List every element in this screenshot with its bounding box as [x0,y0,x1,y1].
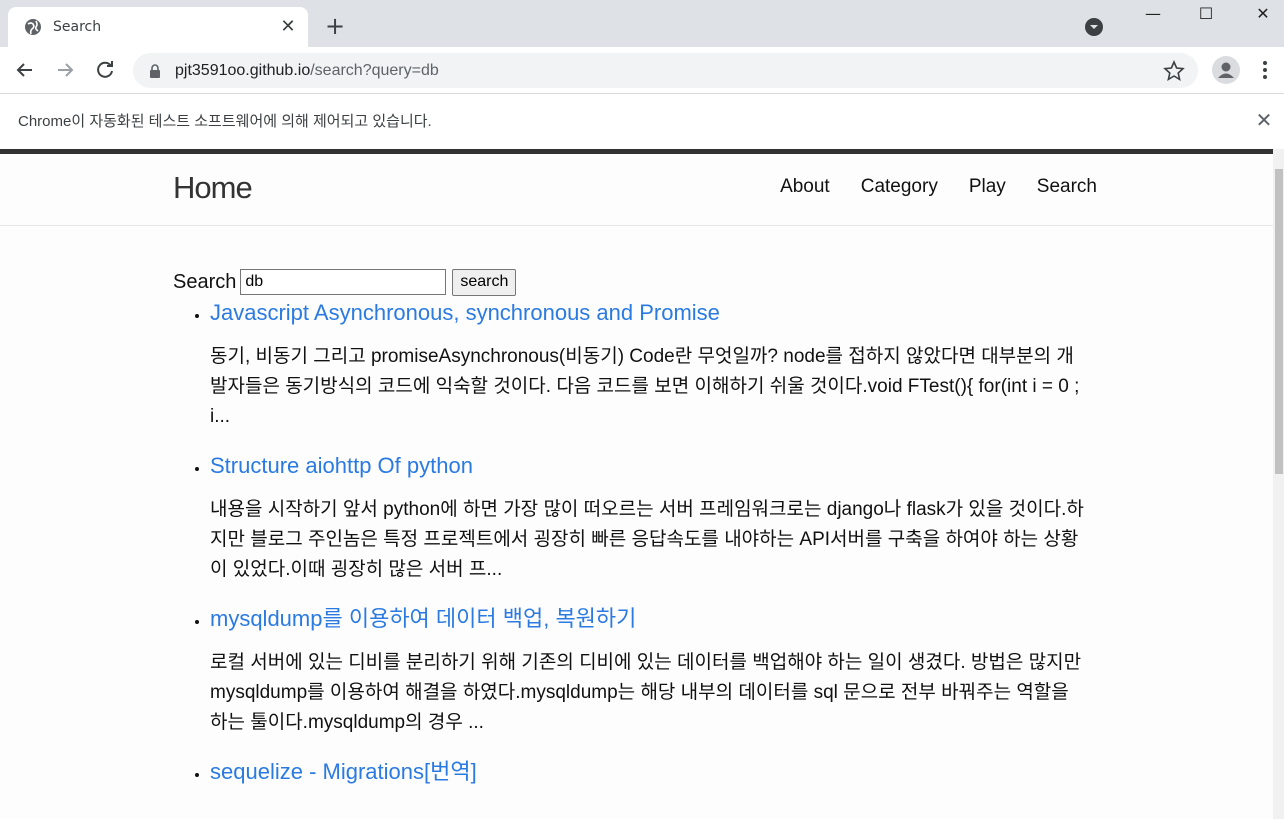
tab-title: Search [53,19,102,35]
bookmark-star-icon[interactable] [1163,60,1185,82]
tab-search-icon[interactable] [1084,17,1104,37]
result-item: Javascript Asynchronous, synchronous and… [210,298,1090,432]
browser-tab[interactable]: Search ✕ [8,7,308,47]
result-title-link[interactable]: Javascript Asynchronous, synchronous and… [210,298,720,328]
nav-link-category[interactable]: Category [861,176,938,198]
result-excerpt: 동기, 비동기 그리고 promiseAsynchronous(비동기) Cod… [210,346,1080,427]
scrollbar-thumb[interactable] [1275,169,1283,474]
page-scrollbar[interactable] [1273,149,1284,819]
address-bar[interactable]: pjt3591oo.github.io/search?query=db [133,53,1198,88]
result-item: sequelize - Migrations[번역] [210,757,1090,787]
lock-icon[interactable] [149,64,161,78]
result-excerpt: 로컬 서버에 있는 디비를 분리하기 위해 기존의 디비에 있는 데이터를 백업… [210,652,1082,733]
browser-toolbar: pjt3591oo.github.io/search?query=db [0,47,1284,94]
person-icon [1218,62,1234,78]
forward-icon[interactable] [52,57,78,83]
automation-infobar: Chrome이 자동화된 테스트 소프트웨어에 의해 제어되고 있습니다. ✕ [0,94,1284,149]
maximize-icon[interactable]: ☐ [1183,0,1229,30]
tab-close-icon[interactable]: ✕ [278,17,298,37]
back-icon[interactable] [12,57,38,83]
site-title-link[interactable]: Home [173,170,253,206]
search-results: Javascript Asynchronous, synchronous and… [190,298,1090,806]
account-avatar[interactable] [1212,56,1240,84]
page-viewport: Home About Category Play Search Search s… [0,149,1273,819]
search-button[interactable]: search [452,268,517,296]
infobar-message: Chrome이 자동화된 테스트 소프트웨어에 의해 제어되고 있습니다. [18,113,432,130]
result-item: mysqldump를 이용하여 데이터 백업, 복원하기 로컬 서버에 있는 디… [210,604,1090,738]
site-header: Home About Category Play Search [0,154,1273,226]
window-close-icon[interactable]: ✕ [1240,0,1284,30]
site-nav: About Category Play Search [780,176,1097,198]
url-text[interactable]: pjt3591oo.github.io/search?query=db [175,61,439,81]
new-tab-icon[interactable]: + [323,14,347,38]
result-title-link[interactable]: Structure aiohttp Of python [210,451,473,481]
search-form: Search search [173,268,517,296]
result-item: Structure aiohttp Of python 내용을 시작하기 앞서 … [210,451,1090,585]
reload-icon[interactable] [92,57,118,83]
result-title-link[interactable]: sequelize - Migrations[번역] [210,757,477,787]
globe-icon [25,19,41,35]
result-title-link[interactable]: mysqldump를 이용하여 데이터 백업, 복원하기 [210,604,636,634]
nav-link-about[interactable]: About [780,176,830,198]
search-input[interactable] [240,269,447,295]
tab-strip: Search ✕ + — ☐ ✕ [0,0,1284,47]
search-label: Search [173,270,237,293]
minimize-icon[interactable]: — [1130,0,1176,30]
menu-kebab-icon[interactable] [1256,57,1274,83]
nav-link-search[interactable]: Search [1037,176,1097,198]
result-excerpt: 내용을 시작하기 앞서 python에 하면 가장 많이 떠오르는 서버 프레임… [210,499,1084,580]
nav-link-play[interactable]: Play [969,176,1006,198]
infobar-close-icon[interactable]: ✕ [1252,108,1276,132]
